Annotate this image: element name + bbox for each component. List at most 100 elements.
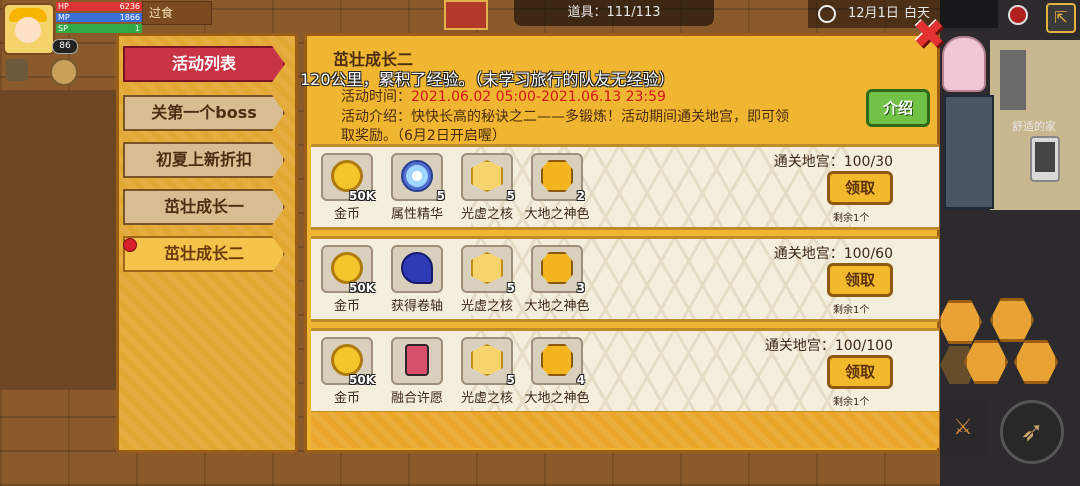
reward-item-core[interactable]: 5 光虚之核: [461, 245, 515, 314]
reward-item-coin[interactable]: 50K 金币: [321, 245, 375, 314]
arcade-machine: [944, 95, 994, 209]
remaining-text: 剩余1个: [833, 213, 870, 224]
player-avatar[interactable]: [3, 3, 55, 55]
level-badge: 86: [52, 39, 78, 54]
hp-label: HP: [58, 2, 69, 11]
claim-button[interactable]: 领取: [827, 171, 893, 205]
essence-icon: [401, 160, 433, 192]
item-count: 3: [576, 281, 585, 295]
earth-gem-icon: [541, 252, 573, 284]
tab-grow-two-label: 茁壮成长二: [163, 244, 244, 263]
reward-row: 50K 金币 5 属性精华 5 光虚之核 2 大地之神色 通关地宫：100/30 领取 …: [311, 144, 939, 230]
notification-dot-icon: [123, 238, 137, 252]
item-name: 光虚之核: [460, 299, 513, 314]
event-desc-line2: 取奖励。（6月2日开启喔）: [341, 128, 506, 144]
item-name: 大地之神色: [524, 299, 590, 314]
requirement-text: 通关地宫：100/30: [773, 154, 893, 170]
tab-grow-one[interactable]: 茁壮成长一: [123, 189, 285, 225]
item-name: 大地之神色: [524, 391, 590, 406]
item-name: 属性精华: [390, 207, 443, 222]
tab-grow-two[interactable]: 茁壮成长二: [123, 236, 285, 272]
hp-value: 6236: [119, 2, 140, 11]
item-count: 4: [576, 373, 585, 387]
coin-icon: [331, 160, 363, 192]
item-count: 50K: [349, 373, 375, 387]
event-tab-panel: 活动列表 关第一个boss 初夏上新折扣 茁壮成长一 茁壮成长二: [116, 33, 298, 453]
bunny-npc[interactable]: [942, 36, 986, 92]
mp-bar: MP 1866: [56, 13, 142, 22]
scroll-icon: [401, 252, 433, 284]
bow-attack-icon[interactable]: ➶: [1000, 400, 1064, 464]
reward-item-earth[interactable]: 3 大地之神色: [524, 245, 590, 314]
avatar-face: [15, 17, 41, 43]
time-display: 12月1日 白天: [808, 0, 998, 28]
sun-icon: [818, 5, 836, 23]
rug-decoration: [444, 0, 488, 30]
earth-gem-icon: [541, 160, 573, 192]
pet-icon[interactable]: [50, 58, 78, 86]
item-name: 金币: [333, 299, 360, 314]
tab-first-boss[interactable]: 关第一个boss: [123, 95, 285, 131]
status-tag: 过食: [142, 1, 212, 25]
attack-sword-icon[interactable]: ⚔: [938, 400, 988, 456]
reward-row: 50K 金币 获得卷轴 5 光虚之核 3 大地之神色 通关地宫：100/60 领取 剩…: [311, 236, 939, 322]
reward-item-earth[interactable]: 2 大地之神色: [524, 153, 590, 222]
reward-item-earth[interactable]: 4 大地之神色: [524, 337, 590, 406]
date-text: 12月1日: [848, 6, 899, 21]
tab-summer-discount[interactable]: 初夏上新折扣: [123, 142, 285, 178]
coin-icon: [331, 344, 363, 376]
requirement-text: 通关地宫：100/60: [773, 246, 893, 262]
bottle-icon: [405, 344, 429, 376]
intro-button[interactable]: 介绍: [866, 89, 930, 127]
stat-bars: HP 6236 MP 1866 SP 1: [56, 2, 142, 35]
item-name: 金币: [333, 207, 360, 222]
item-count: 5: [436, 189, 445, 203]
item-count: 2: [576, 189, 585, 203]
sp-label: SP: [58, 24, 68, 33]
doorway: [1000, 50, 1026, 110]
item-count: 5: [506, 189, 515, 203]
event-time-label: 活动时间：: [341, 89, 411, 105]
item-count: 5: [506, 281, 515, 295]
phone-icon[interactable]: [1030, 136, 1060, 182]
network-icon[interactable]: [1008, 5, 1028, 25]
close-icon[interactable]: ✖: [910, 15, 948, 55]
reward-row: 50K 金币 融合许愿 5 光虚之核 4 大地之神色 通关地宫：100/100 领取 …: [311, 328, 939, 414]
exp-tip-message: 120公里，累积了经验。（未学习旅行的队友无经验）: [300, 70, 675, 89]
inventory-counter[interactable]: 道具：111/113: [514, 0, 714, 26]
mp-label: MP: [58, 13, 70, 22]
item-name: 融合许愿: [390, 391, 443, 406]
exit-icon[interactable]: ⇱: [1046, 3, 1076, 33]
event-time-value: 2021.06.02 05:00-2021.06.13 23:59: [411, 89, 666, 105]
reward-item-core[interactable]: 5 光虚之核: [461, 153, 515, 222]
reward-item-scroll[interactable]: 获得卷轴: [391, 245, 443, 314]
item-name: 光虚之核: [460, 391, 513, 406]
requirement-text: 通关地宫：100/100: [764, 338, 893, 354]
earth-gem-icon: [541, 344, 573, 376]
item-name: 大地之神色: [524, 207, 590, 222]
panel-footer: [311, 412, 939, 448]
reward-item-core[interactable]: 5 光虚之核: [461, 337, 515, 406]
reward-item-essence[interactable]: 5 属性精华: [391, 153, 445, 222]
item-count: 5: [506, 373, 515, 387]
remaining-text: 剩余1个: [833, 397, 870, 408]
item-name: 获得卷轴: [390, 299, 443, 314]
reward-item-coin[interactable]: 50K 金币: [321, 337, 375, 406]
mp-value: 1866: [119, 13, 140, 22]
location-label: 舒适的家: [1012, 120, 1056, 133]
coin-icon: [331, 252, 363, 284]
item-name: 金币: [333, 391, 360, 406]
reward-item-coin[interactable]: 50K 金币: [321, 153, 375, 222]
remaining-text: 剩余1个: [833, 305, 870, 316]
sp-value: 1: [134, 24, 140, 33]
event-desc-line1: 活动介绍：快快长高的秘诀之二——多锻炼！活动期间通关地宫，即可领: [341, 109, 789, 125]
tab-event-list[interactable]: 活动列表: [123, 46, 285, 82]
left-wall: [0, 90, 120, 390]
buff-icon[interactable]: [6, 59, 28, 81]
claim-button[interactable]: 领取: [827, 263, 893, 297]
item-name: 光虚之核: [460, 207, 513, 222]
item-count: 50K: [349, 281, 375, 295]
claim-button[interactable]: 领取: [827, 355, 893, 389]
reward-item-bottle[interactable]: 融合许愿: [391, 337, 443, 406]
sp-bar: SP 1: [56, 24, 142, 33]
